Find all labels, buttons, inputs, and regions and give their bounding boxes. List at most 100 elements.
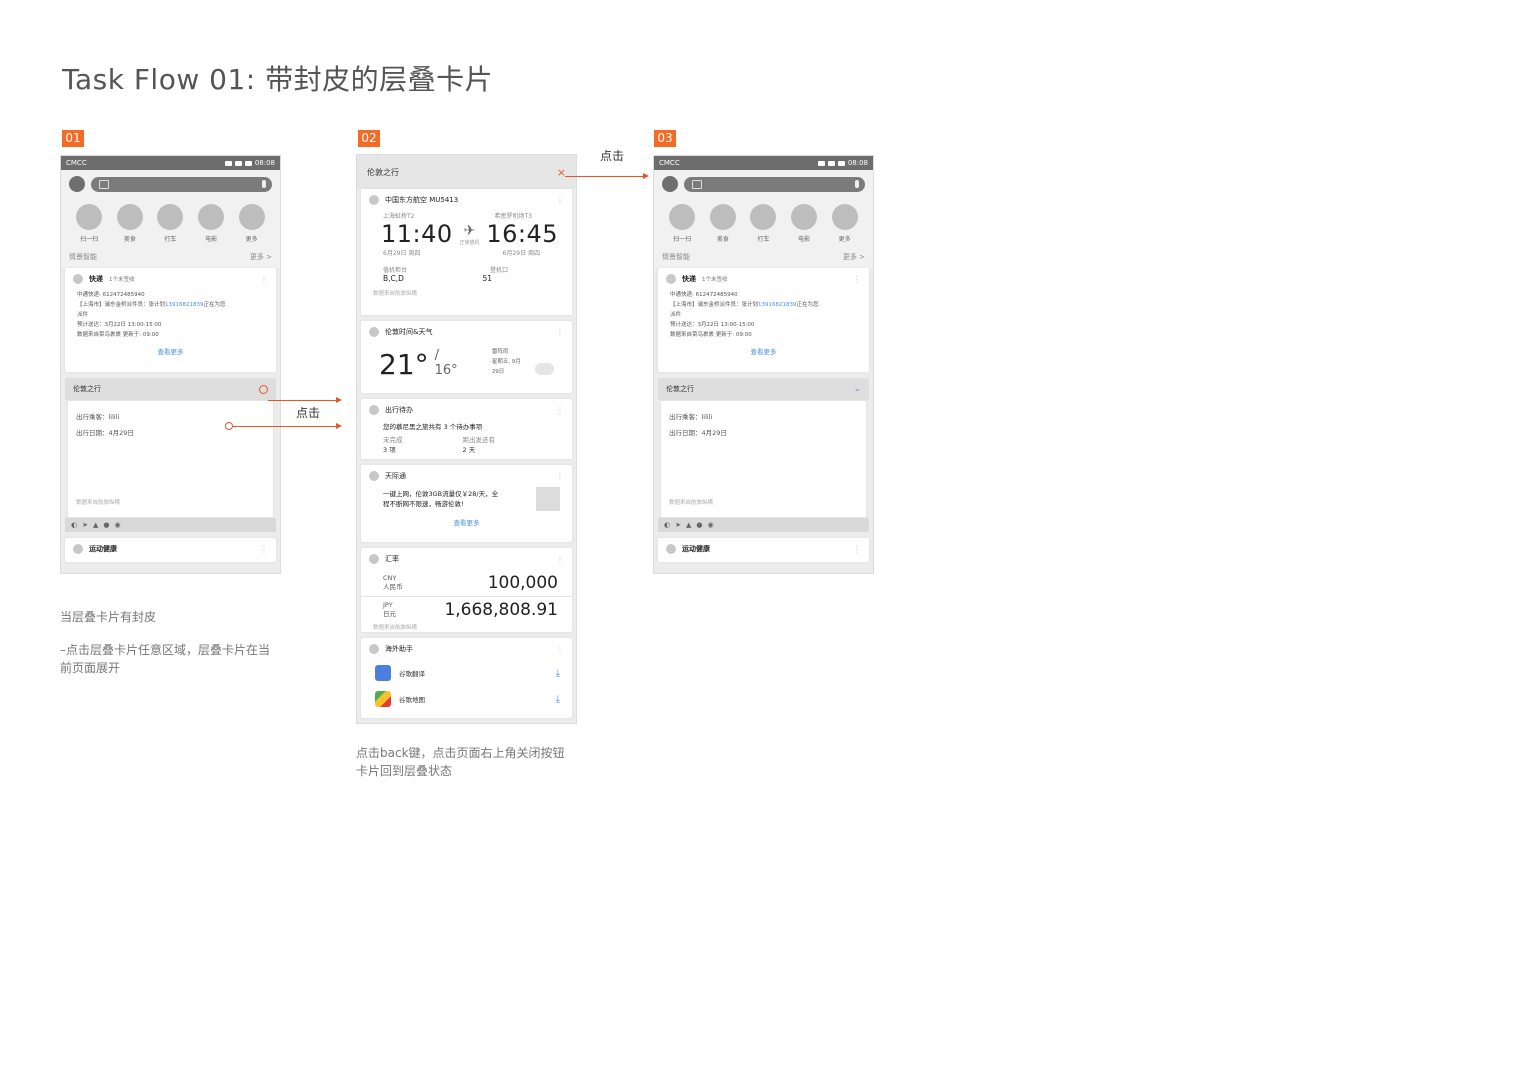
page-title: Task Flow 01: 带封皮的层叠卡片 <box>62 63 494 96</box>
more-options-icon[interactable]: ⋮ <box>556 555 564 564</box>
more-options-icon[interactable]: ⋮ <box>260 275 268 284</box>
download-icon[interactable]: ⤓ <box>556 668 560 679</box>
more-options-icon[interactable]: ⋮ <box>556 196 564 205</box>
plane-icon: ✈ <box>463 222 476 239</box>
more-options-icon[interactable]: ⋮ <box>853 275 861 284</box>
search-row <box>654 170 873 198</box>
phone-step-03: CMCC 08:08 扫一扫 美食 打车 电影 更多 情景智能 更多 > 快递 1… <box>653 155 874 574</box>
todo-card[interactable]: 出行待办 ⋮ 您的慕尼黑之旅共有 3 个待办事项 未完成 3 项 距出发还有 2 天 <box>361 399 572 459</box>
city-tab-icon[interactable]: ▲ <box>93 521 98 529</box>
rate-row-jpy[interactable]: JPY 日元 1,668,808.91 <box>361 597 572 623</box>
chevron-down-icon[interactable]: ⌄ <box>853 384 861 394</box>
more-options-icon[interactable]: ⋮ <box>556 472 564 481</box>
download-icon[interactable]: ⤓ <box>556 694 560 705</box>
stack-card-body[interactable]: 出行乘客：lilili 出行日期：4月29日 数据来自航旅纵横 <box>67 400 274 518</box>
express-card[interactable]: 快递 1个未签收 ⋮ 中通快递: 612472485940 【上海市】浦东金桥派件员… <box>65 268 276 372</box>
people-tab-icon[interactable]: ● <box>696 521 702 529</box>
more-options-icon[interactable]: ⋮ <box>853 545 861 554</box>
shortcut-taxi[interactable]: 打车 <box>750 204 777 246</box>
flight-card[interactable]: 中国东方航空 MU5413 ⋮ 上海虹桥T2 希思罗机场T3 11:40 ✈ 正常值机… <box>361 189 572 315</box>
shortcut-food[interactable]: 美食 <box>116 204 143 246</box>
section-more-link[interactable]: 更多 > <box>250 252 272 262</box>
location-tab-icon[interactable]: ◉ <box>114 521 120 529</box>
shortcut-scan[interactable]: 扫一扫 <box>76 204 103 246</box>
shortcut-row: 扫一扫 美食 打车 电影 更多 <box>61 198 280 246</box>
section-header: 情景智能 更多 > <box>654 246 873 268</box>
city-tab-icon[interactable]: ▲ <box>686 521 691 529</box>
courier-phone-link[interactable]: 13916821839 <box>758 302 797 308</box>
movie-icon <box>198 204 225 230</box>
courier-phone-link[interactable]: 13916821839 <box>165 302 204 308</box>
app-row-maps[interactable]: 谷歌地图 ⤓ <box>361 686 572 712</box>
shortcut-movie[interactable]: 电影 <box>791 204 818 246</box>
weather-card[interactable]: 伦敦时间&天气 ⋮ 21° / 16° 雷阵雨 星期五, 9月 29日 <box>361 321 572 393</box>
weather-tab-icon[interactable]: ◐ <box>71 521 77 529</box>
search-bar[interactable] <box>91 176 272 192</box>
weather-tab-icon[interactable]: ◐ <box>664 521 670 529</box>
health-card[interactable]: 运动健康 ⋮ <box>65 538 276 562</box>
shortcut-food[interactable]: 美食 <box>709 204 736 246</box>
cny-value[interactable]: 100,000 <box>488 573 558 593</box>
shortcut-more[interactable]: 更多 <box>238 204 265 246</box>
location-tab-icon[interactable]: ◉ <box>707 521 713 529</box>
scan-icon[interactable] <box>99 179 109 189</box>
shortcut-label: 打车 <box>164 236 177 243</box>
tap-point-icon <box>225 422 233 430</box>
google-translate-icon <box>375 665 391 681</box>
flight-tab-icon[interactable]: ➤ <box>675 521 681 529</box>
airline-icon <box>369 195 379 205</box>
avatar[interactable] <box>662 176 678 192</box>
scan-icon[interactable] <box>692 179 702 189</box>
more-icon <box>831 204 858 230</box>
movie-icon <box>791 204 818 230</box>
express-card[interactable]: 快递 1个未签收 ⋮ 中通快递: 612472485940 【上海市】浦东金桥派件员… <box>658 268 869 372</box>
shortcut-taxi[interactable]: 打车 <box>157 204 184 246</box>
skyroam-text-2: 程不断网不限速，畅游伦敦! <box>383 500 464 508</box>
express-more-link[interactable]: 查看更多 <box>658 340 869 364</box>
shortcut-label: 美食 <box>716 236 729 243</box>
caption-step1-title: 当层叠卡片有封皮 <box>60 610 157 624</box>
rate-row-cny[interactable]: CNY 人民币 100,000 <box>361 570 572 597</box>
app-row-translate[interactable]: 谷歌翻译 ⤓ <box>361 660 572 686</box>
stack-card-cover[interactable]: 伦敦之行 <box>65 378 276 400</box>
more-options-icon[interactable]: ⋮ <box>260 545 268 554</box>
flight-status: 正常值机 <box>459 239 480 246</box>
more-options-icon[interactable]: ⋮ <box>556 645 564 654</box>
people-tab-icon[interactable]: ● <box>103 521 109 529</box>
skyroam-more-link[interactable]: 查看更多 <box>361 511 572 535</box>
express-title: 快递 <box>89 275 103 283</box>
flight-tab-icon[interactable]: ➤ <box>82 521 88 529</box>
skyroam-text-1: 一键上网，伦敦3GB流量仅￥28/天，全 <box>383 490 499 498</box>
express-more-link[interactable]: 查看更多 <box>65 340 276 364</box>
search-bar[interactable] <box>684 176 865 192</box>
tap-target-icon[interactable] <box>259 384 268 394</box>
health-card[interactable]: 运动健康 ⋮ <box>658 538 869 562</box>
weather-condition: 雷阵雨 <box>491 349 509 355</box>
more-options-icon[interactable]: ⋮ <box>556 328 564 337</box>
avatar[interactable] <box>69 176 85 192</box>
mic-icon[interactable] <box>855 179 859 188</box>
express-line-3: 派件 <box>77 312 89 318</box>
skyroam-card[interactable]: 天际通 ⋮ 一键上网，伦敦3GB流量仅￥28/天，全 程不断网不限速，畅游伦敦! 查… <box>361 465 572 542</box>
exchange-source: 数据来自航旅纵横 <box>373 625 418 631</box>
search-row <box>61 170 280 198</box>
more-options-icon[interactable]: ⋮ <box>556 406 564 415</box>
jpy-name: 日元 <box>383 610 396 618</box>
shortcut-more[interactable]: 更多 <box>831 204 858 246</box>
assistant-card[interactable]: 海外助手 ⋮ 谷歌翻译 ⤓ 谷歌地图 ⤓ <box>361 638 572 718</box>
phone-step-02: 伦敦之行 × 中国东方航空 MU5413 ⋮ 上海虹桥T2 希思罗机场T3 11:4… <box>356 154 577 724</box>
temp-low: / 16° <box>434 348 458 378</box>
exchange-card[interactable]: 汇率 ⋮ CNY 人民币 100,000 JPY 日元 1,668,808.91 数据… <box>361 548 572 632</box>
stack-card-body[interactable]: 出行乘客：lilili 出行日期：4月29日 数据来自航旅纵横 <box>660 400 867 518</box>
shortcut-scan[interactable]: 扫一扫 <box>669 204 696 246</box>
section-more-link[interactable]: 更多 > <box>843 252 865 262</box>
mic-icon[interactable] <box>262 179 266 188</box>
stack-card-cover[interactable]: 伦敦之行 ⌄ <box>658 378 869 400</box>
express-icon <box>73 274 83 284</box>
shortcut-movie[interactable]: 电影 <box>198 204 225 246</box>
todo-stats: 未完成 3 项 距出发还有 2 天 <box>361 435 572 463</box>
status-bar: CMCC 08:08 <box>61 156 280 170</box>
shortcut-row: 扫一扫 美食 打车 电影 更多 <box>654 198 873 246</box>
jpy-value[interactable]: 1,668,808.91 <box>444 600 558 620</box>
gate-label-row: 值机柜台 登机口 <box>361 265 572 274</box>
